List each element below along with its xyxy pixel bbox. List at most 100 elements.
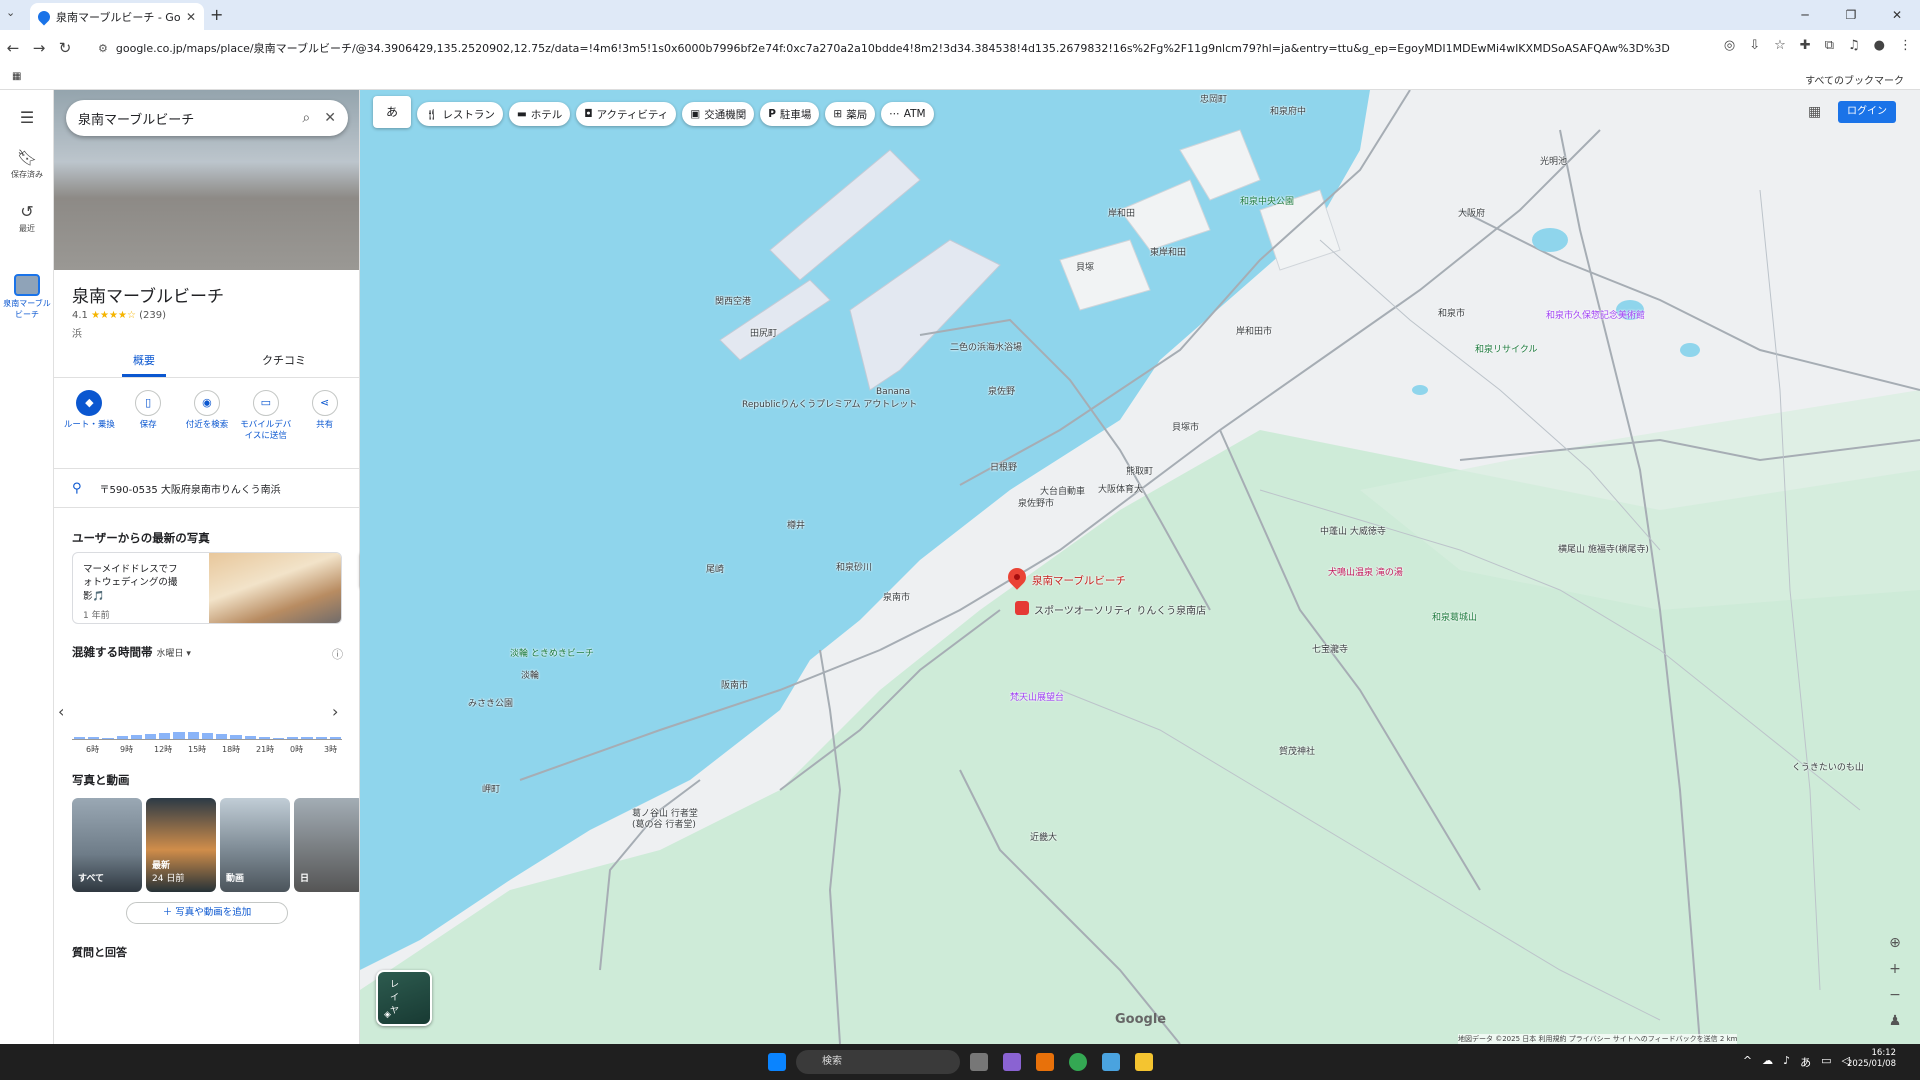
google-apps-icon[interactable]: ▦ [1808,104,1821,120]
photo-latest[interactable]: 最新 24 日前 [146,798,216,892]
chevron-right-icon[interactable]: › [332,702,338,721]
label-kishiwada[interactable]: 岸和田 [1108,206,1135,219]
my-location-icon[interactable]: ⊕ [1889,935,1901,951]
install-icon[interactable]: ⇩ [1749,38,1760,53]
label-outlet[interactable]: Republicりんくうプレミアム アウトレット [742,397,917,410]
label-daitokuji[interactable]: 中蓬山 大威徳寺 [1320,524,1386,537]
map-footer[interactable]: 地図データ ©2025 日本 利用規約 プライバシー サイトへのフィードバックを… [1458,1034,1738,1044]
maximize-icon[interactable]: ❐ [1828,0,1874,30]
photo-video[interactable]: 動画 [220,798,290,892]
chip-activity[interactable]: ◘ アクティビティ [576,102,677,126]
reload-icon[interactable]: ↻ [52,39,78,57]
browser-tab[interactable]: 泉南マーブルビーチ - Google マップ ✕ [30,3,204,30]
back-icon[interactable]: ← [0,39,26,57]
add-photo-button[interactable]: ＋ 写真や動画を追加 [126,902,288,924]
folder-icon[interactable] [1135,1053,1153,1071]
label-tarui[interactable]: 樽井 [787,518,805,531]
label-hineno[interactable]: 日根野 [990,460,1017,473]
sports-store-label[interactable]: スポーツオーソリティ りんくう泉南店 [1034,602,1206,617]
label-kuboso-museum[interactable]: 和泉市久保惣記念美術館 [1546,308,1645,321]
apps-grid-icon[interactable]: ▦ [12,71,21,82]
share-button[interactable]: ⋖ 共有 [298,390,352,462]
taskbar-search[interactable]: 検索 [796,1050,960,1074]
chevron-left-icon[interactable]: ‹ [58,702,64,721]
place-category[interactable]: 浜 [72,325,82,340]
close-icon[interactable]: ✕ [324,110,336,126]
clock[interactable]: 16:12 2025/01/08 [1847,1048,1896,1071]
photo-more[interactable]: 日 [294,798,359,892]
eye-off-icon[interactable]: ◎ [1724,38,1735,53]
copilot-icon[interactable] [1003,1053,1021,1071]
label-daidai-jidosha[interactable]: 大台自動車 [1040,484,1085,497]
label-bonten[interactable]: 梵天山展望台 [1010,690,1064,703]
menu-dots-icon[interactable]: ⋮ [1899,38,1912,53]
route-button[interactable]: ◆ ルート・乗換 [62,390,116,462]
menu-icon[interactable]: ☰ [0,108,54,129]
place-pin-label[interactable]: 泉南マーブルビーチ [1032,573,1126,588]
minimize-icon[interactable]: ─ [1782,0,1828,30]
label-izumi-fuchu[interactable]: 和泉府中 [1270,104,1306,117]
close-window-icon[interactable]: ✕ [1874,0,1920,30]
bookmark-star-icon[interactable]: ☆ [1774,38,1786,53]
rating-row[interactable]: 4.1 ★★★★☆ (239) [72,310,166,321]
task-view-icon[interactable] [970,1053,988,1071]
windows-start-icon[interactable] [768,1053,786,1071]
chip-pharmacy[interactable]: ⊞ 薬局 [825,102,876,126]
cloud-icon[interactable]: ☁ [1762,1054,1773,1070]
label-kaizuka-shi[interactable]: 貝塚市 [1172,420,1199,433]
label-gyojado2[interactable]: (葛の谷 行者堂) [632,817,696,830]
label-tannowa[interactable]: 淡輪 [521,668,539,681]
label-onsen[interactable]: 犬鳴山温泉 滝の湯 [1328,565,1403,578]
chip-hotel[interactable]: ▬ ホテル [508,102,571,126]
media-icon[interactable]: ♫ [1848,38,1860,53]
label-izumi-katsuragi[interactable]: 和泉葛城山 [1432,610,1477,623]
login-button[interactable]: ログイン [1838,101,1896,123]
label-sefukuji[interactable]: 横尾山 施福寺(槇尾寺) [1558,542,1649,555]
label-komyoike[interactable]: 光明池 [1540,154,1567,167]
label-tajiri[interactable]: 田尻町 [750,326,777,339]
label-jinja[interactable]: 賀茂神社 [1279,744,1315,757]
chevron-up-icon[interactable]: ^ [1743,1054,1752,1070]
label-izumi-chuo-park[interactable]: 和泉中央公園 [1240,194,1294,207]
label-sennan-shi[interactable]: 泉南市 [883,590,910,603]
site-info-icon[interactable]: ⚙ [98,42,108,55]
nearby-button[interactable]: ◉ 付近を検索 [180,390,234,462]
puzzle-icon[interactable]: ⧉ [1825,38,1834,53]
chip-parking[interactable]: P 駐車場 [760,102,820,126]
label-izumi-recycle[interactable]: 和泉リサイクル [1475,342,1538,355]
tab-search-icon[interactable]: ⌄ [6,6,15,19]
app-icon[interactable] [1036,1053,1054,1071]
label-misaki[interactable]: みさき公園 [468,696,513,709]
label-kumatori[interactable]: 熊取町 [1126,464,1153,477]
map-canvas[interactable]: 関西空港 田尻町 Banana Republicりんくうプレミアム アウトレット… [360,90,1920,1044]
ime-toggle[interactable]: あ [373,96,411,128]
rail-saved[interactable]: 🔖︎ 保存済み [0,148,54,180]
rail-recent[interactable]: ↺ 最近 [0,202,54,234]
search-input[interactable]: 泉南マーブルビーチ ⌕ ✕ [66,100,348,136]
forward-icon[interactable]: → [26,39,52,57]
label-hannan-shi[interactable]: 阪南市 [721,678,748,691]
photo-all[interactable]: すべて [72,798,142,892]
all-bookmarks[interactable]: すべてのブックマーク [1805,72,1904,87]
label-izumisano-shi[interactable]: 泉佐野市 [1018,496,1054,509]
user-photo-card[interactable]: マーメイドドレスでフォトウェディングの撮影🎵 1 年前 [72,552,342,624]
label-izumi-sunagawa[interactable]: 和泉砂川 [836,560,872,573]
tab-overview[interactable]: 概要 [122,352,166,377]
app2-icon[interactable] [1102,1053,1120,1071]
label-nanahotakiji[interactable]: 七宝瀧寺 [1312,642,1348,655]
label-kinki-univ[interactable]: 近畿大 [1030,830,1057,843]
profile-avatar-icon[interactable]: ● [1874,38,1885,53]
label-tadaoka[interactable]: 忠岡町 [1200,92,1227,105]
network-icon[interactable]: ▭ [1821,1054,1831,1070]
url-bar[interactable]: ⚙ google.co.jp/maps/place/泉南マーブルビーチ/@34.… [92,34,1692,62]
close-tab-icon[interactable]: ✕ [186,10,196,24]
label-kishiwada-shi[interactable]: 岸和田市 [1236,324,1272,337]
help-icon[interactable]: ⓘ [332,646,343,662]
label-banana[interactable]: Banana [876,387,910,397]
label-kaizuka[interactable]: 貝塚 [1076,260,1094,273]
save-button[interactable]: ▯ 保存 [121,390,175,462]
zoom-in-button[interactable]: + [1889,961,1901,977]
label-nishikinohama[interactable]: 二色の浜海水浴場 [950,340,1022,353]
label-ozaki[interactable]: 尾崎 [706,562,724,575]
label-izumisano[interactable]: 泉佐野 [988,384,1015,397]
